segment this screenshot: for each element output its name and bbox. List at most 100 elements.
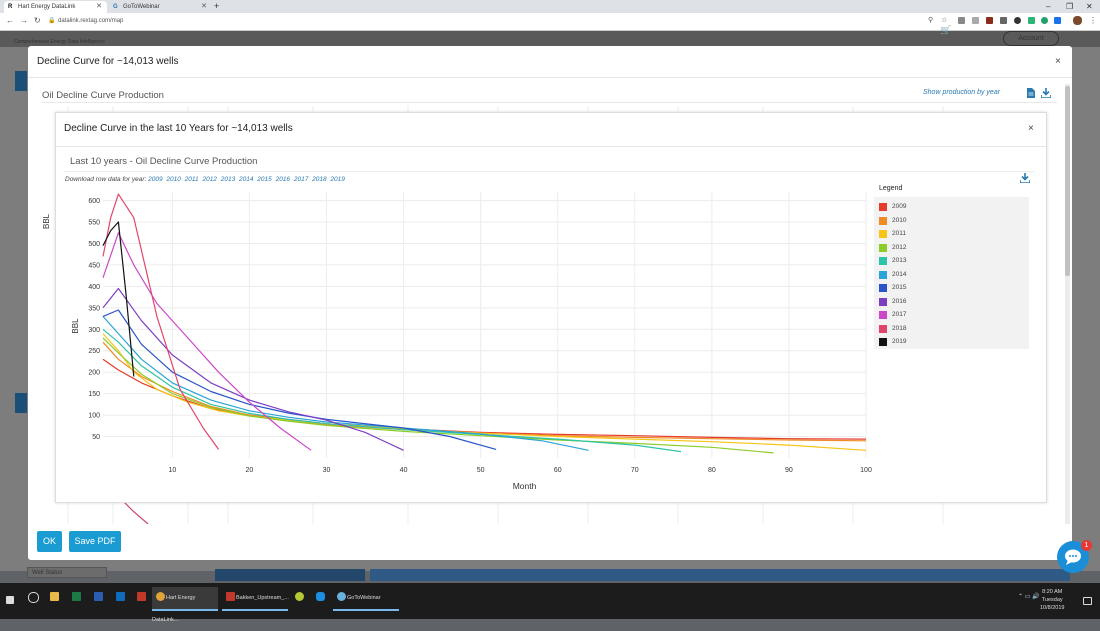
x-tick-label: 30 xyxy=(323,467,331,474)
ok-button[interactable]: OK xyxy=(37,531,62,552)
menu-dots-icon[interactable]: ⋮ xyxy=(1089,16,1097,25)
legend-label: 2016 xyxy=(892,297,907,305)
x-axis-label: Month xyxy=(513,481,537,491)
legend-label: 2014 xyxy=(892,270,907,278)
close-tab-icon[interactable]: ✕ xyxy=(96,1,102,13)
zoom-icon[interactable]: ⚲ xyxy=(928,16,933,24)
extension-icon[interactable] xyxy=(1028,17,1035,24)
legend-title: Legend xyxy=(879,185,903,192)
y-tick-label: 450 xyxy=(88,262,100,269)
show-production-link[interactable]: Show production by year xyxy=(923,89,1000,96)
extension-icon[interactable] xyxy=(1000,17,1007,24)
x-tick-label: 70 xyxy=(631,467,639,474)
qgis-icon[interactable] xyxy=(295,592,304,601)
system-tray-icons[interactable]: ⌃ ▭ 🔊 xyxy=(1018,593,1040,600)
tab-gotowebinar[interactable]: G GoToWebinar ✕ xyxy=(109,1,212,13)
gotowebinar-favicon-icon: G xyxy=(113,4,118,10)
browser-tab-bar: R Hart Energy DataLink ✕ G GoToWebinar ✕… xyxy=(0,0,1100,13)
y-tick-label: 350 xyxy=(88,305,100,312)
maximize-button[interactable]: ❐ xyxy=(1066,0,1073,13)
extension-icon[interactable] xyxy=(986,17,993,24)
legend-label: 2011 xyxy=(892,230,906,237)
tab-label: GoToWebinar xyxy=(123,4,160,10)
tab-hart-energy[interactable]: R Hart Energy DataLink ✕ xyxy=(4,1,107,13)
legend-label: 2012 xyxy=(892,243,907,251)
acrobat-icon[interactable] xyxy=(137,592,146,601)
extension-icon[interactable] xyxy=(1014,17,1021,24)
legend-label: 2009 xyxy=(892,203,907,210)
skype-icon[interactable] xyxy=(316,592,325,601)
file-explorer-icon[interactable] xyxy=(50,592,59,601)
inner-decline-curve-modal: Decline Curve in the last 10 Years for ~… xyxy=(55,112,1047,503)
oil-decline-subtitle: Oil Decline Curve Production xyxy=(42,90,164,101)
clock-day: Tuesday xyxy=(1041,597,1063,603)
outlook-icon[interactable] xyxy=(116,592,125,601)
minimize-button[interactable]: – xyxy=(1046,0,1050,13)
legend-label: 2010 xyxy=(892,216,907,224)
y-tick-label: 550 xyxy=(88,220,100,227)
new-tab-button[interactable]: + xyxy=(214,1,219,11)
windows-start-icon[interactable] xyxy=(6,596,14,604)
y-tick-label: 50 xyxy=(92,434,100,441)
y-tick-label: 250 xyxy=(88,348,100,355)
y-axis-label: BBL xyxy=(71,318,80,334)
clock[interactable]: 8:20 AM Tuesday 10/8/2019 xyxy=(1040,588,1064,612)
legend-label: 2015 xyxy=(892,284,907,291)
legend-swatch xyxy=(879,284,887,292)
forward-arrow-icon[interactable]: → xyxy=(20,16,28,25)
close-icon[interactable]: × xyxy=(1055,56,1061,67)
account-button[interactable]: Account xyxy=(1003,31,1059,46)
url-field[interactable]: datalink.rextag.com/map xyxy=(58,16,123,26)
rextag-favicon-icon: R xyxy=(8,4,13,10)
cart-icon[interactable]: 🛒 xyxy=(940,25,951,36)
notifications-icon[interactable] xyxy=(1083,597,1092,605)
y-tick-label: 600 xyxy=(88,198,100,205)
address-bar: ← → ↻ 🔒 datalink.rextag.com/map ⚲ ☆ ⋮ xyxy=(0,13,1100,31)
legend-swatch xyxy=(879,311,887,319)
legend-label: 2018 xyxy=(892,324,907,332)
legend-label: 2019 xyxy=(892,338,907,345)
close-window-button[interactable]: ✕ xyxy=(1086,0,1093,13)
series-line-2014 xyxy=(102,315,589,451)
word-icon[interactable] xyxy=(94,592,103,601)
divider xyxy=(42,102,1057,103)
bookmark-star-icon[interactable]: ☆ xyxy=(941,16,947,24)
decline-curve-modal: Decline Curve for ~14,013 wells × Oil De… xyxy=(28,46,1072,560)
x-tick-label: 80 xyxy=(708,467,716,474)
profile-avatar[interactable] xyxy=(1073,16,1082,25)
extension-icon[interactable] xyxy=(1041,17,1048,24)
legend: 2009 2010 2011 2012 2013 2014 2015 2016 2017 2018… xyxy=(874,197,1029,349)
document-icon[interactable] xyxy=(1027,88,1035,101)
download-icon[interactable] xyxy=(1040,88,1052,101)
clock-time: 8:20 AM xyxy=(1042,589,1063,595)
x-tick-label: 100 xyxy=(860,467,872,474)
clock-date: 10/8/2019 xyxy=(1040,605,1065,611)
close-tab-icon[interactable]: ✕ xyxy=(201,1,207,13)
extension-icon[interactable] xyxy=(958,17,965,24)
legend-swatch xyxy=(879,270,887,279)
extension-icon[interactable] xyxy=(1054,17,1061,24)
divider xyxy=(28,77,1072,78)
save-pdf-button[interactable]: Save PDF xyxy=(69,531,121,552)
reload-icon[interactable]: ↻ xyxy=(34,16,41,25)
backdrop-bar xyxy=(370,569,1070,581)
well-status-select[interactable]: Well Status xyxy=(27,567,107,578)
legend-label: 2017 xyxy=(892,311,907,318)
back-arrow-icon[interactable]: ← xyxy=(6,16,14,25)
scrollbar-thumb[interactable] xyxy=(1065,86,1070,276)
side-panel-tab[interactable] xyxy=(15,393,27,413)
series-line-2010 xyxy=(102,341,867,442)
y-tick-label: 150 xyxy=(88,391,100,398)
extension-icon[interactable] xyxy=(972,17,979,24)
outer-y-axis-label: BBL xyxy=(42,213,51,229)
backdrop-bar xyxy=(215,569,365,581)
side-panel-tab[interactable] xyxy=(15,71,27,91)
tab-label: Hart Energy DataLink xyxy=(18,4,76,10)
pdf-icon xyxy=(226,592,235,601)
excel-icon[interactable] xyxy=(72,592,81,601)
cortana-icon[interactable] xyxy=(28,592,39,603)
legend-swatch xyxy=(879,243,887,252)
windows-taskbar: Hart Energy DataLink... Bakken_Upstream_… xyxy=(0,583,1100,623)
legend-swatch xyxy=(879,203,887,211)
modal-title: Decline Curve for ~14,013 wells xyxy=(37,56,179,67)
